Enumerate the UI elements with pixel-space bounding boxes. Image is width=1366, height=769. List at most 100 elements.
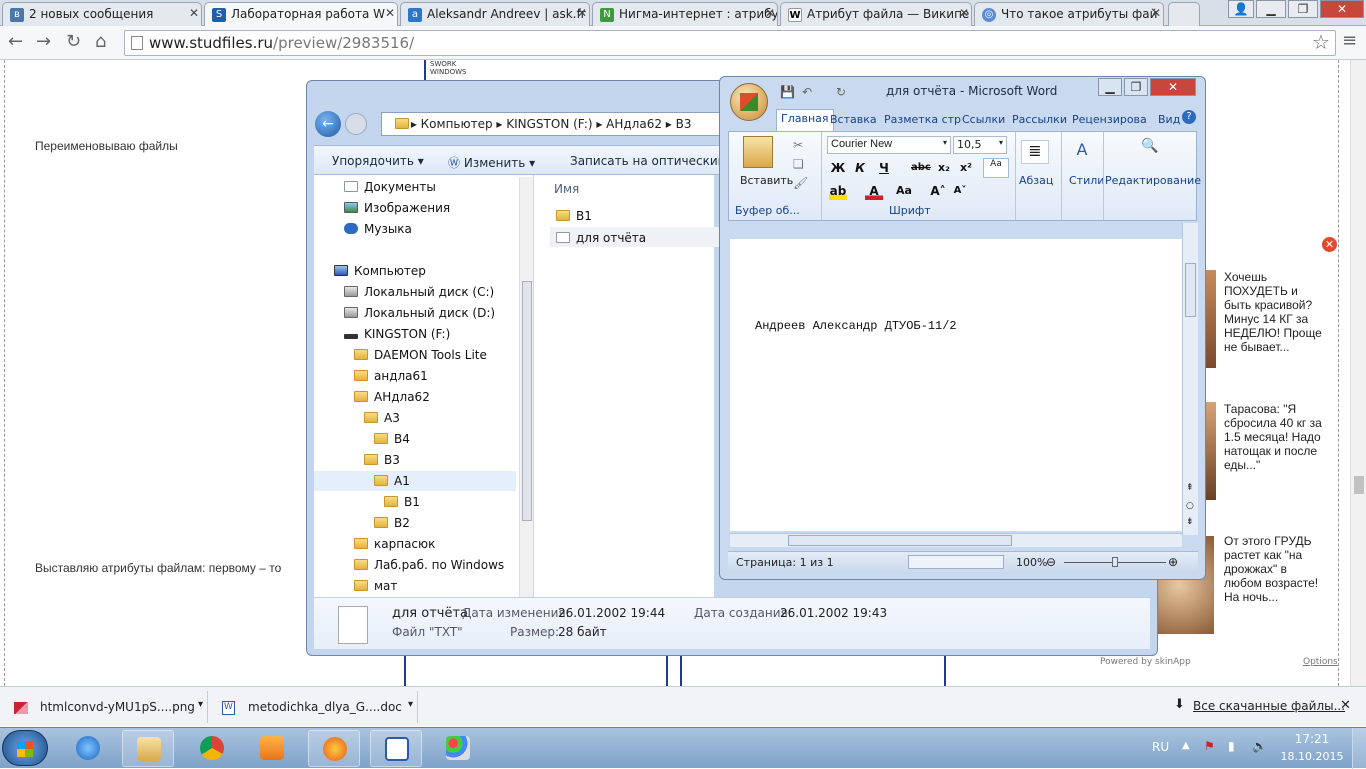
organize-button[interactable]: Упорядочить ▾ — [332, 154, 424, 168]
show-desktop-button[interactable] — [1352, 728, 1366, 769]
browser-tab[interactable]: ◎ Что такое атрибуты фай ✕ — [974, 2, 1164, 26]
tree-scrollbar[interactable] — [519, 177, 533, 597]
change-button[interactable]: Ⓦ Изменить ▾ — [448, 154, 535, 171]
document-scrollbar[interactable]: ⇞ ○ ⇟ — [1182, 223, 1198, 535]
font-color-icon[interactable]: A — [865, 182, 883, 200]
close-tab-icon[interactable]: ✕ — [1151, 6, 1161, 20]
download-item[interactable]: htmlconvd-yMU1pS....png ▾ — [0, 691, 208, 723]
minimize-icon[interactable]: ▁ — [1256, 0, 1286, 18]
document-page[interactable]: Андреев Александр ДТУОБ-11/2 — [730, 239, 1182, 531]
undo-icon[interactable]: ↶ — [802, 85, 812, 99]
column-header-name[interactable]: Имя — [554, 182, 579, 196]
tab-view[interactable]: Вид — [1154, 111, 1184, 131]
close-window-icon[interactable]: ✕ — [1150, 78, 1196, 96]
cut-icon[interactable]: ✂ — [793, 138, 803, 152]
editing-button[interactable]: Редактирование — [1105, 174, 1201, 187]
browser-tab[interactable]: a Aleksandr Andreev | ask.fr ✕ — [400, 2, 590, 26]
tab-page-layout[interactable]: Разметка стр — [880, 111, 965, 131]
tree-item[interactable]: мат — [354, 576, 397, 596]
tree-item[interactable]: DAEMON Tools Lite — [354, 345, 487, 365]
tree-item[interactable]: Локальный диск (D:) — [344, 303, 495, 323]
redo-icon[interactable]: ↻ — [836, 85, 846, 99]
breadcrumb-item[interactable]: АНдла62 — [606, 117, 662, 131]
prev-page-icon[interactable]: ⇞ — [1186, 483, 1194, 493]
tab-mailings[interactable]: Рассылки — [1008, 111, 1071, 131]
volume-icon[interactable]: 🔈 — [1252, 739, 1267, 753]
tab-insert[interactable]: Вставка — [826, 111, 881, 131]
chevron-down-icon[interactable]: ▾ — [198, 699, 203, 710]
tab-references[interactable]: Ссылки — [958, 111, 1009, 131]
browser-tab[interactable]: в 2 новых сообщения ✕ — [2, 2, 202, 26]
close-tab-icon[interactable]: ✕ — [577, 6, 587, 20]
find-icon[interactable]: 🔍 — [1137, 138, 1163, 162]
italic-icon[interactable]: К — [851, 159, 869, 177]
tree-item[interactable]: A1 — [314, 471, 516, 491]
zoom-in-icon[interactable]: ⊕ — [1168, 555, 1178, 569]
close-tab-icon[interactable]: ✕ — [765, 6, 775, 20]
tree-item[interactable]: андла61 — [354, 366, 428, 386]
bookmark-star-icon[interactable]: ☆ — [1312, 30, 1330, 54]
breadcrumb-item[interactable]: KINGSTON (F:) — [506, 117, 592, 131]
tree-item[interactable]: карпасюк — [354, 534, 435, 554]
back-icon[interactable]: ← — [315, 111, 341, 137]
paste-icon[interactable] — [743, 136, 773, 168]
bold-icon[interactable]: Ж — [829, 159, 847, 177]
taskbar-media[interactable] — [246, 730, 298, 767]
page-scrollbar[interactable] — [1350, 60, 1366, 686]
paste-button[interactable]: Вставить — [740, 174, 793, 187]
restore-icon[interactable]: ❐ — [1288, 0, 1318, 18]
shrink-font-icon[interactable]: A˅ — [951, 182, 969, 200]
tray-expand-icon[interactable]: ▲ — [1182, 740, 1190, 751]
change-case-icon[interactable]: Aa — [983, 158, 1009, 178]
tree-item[interactable]: Документы — [344, 177, 436, 197]
styles-icon[interactable]: A — [1069, 140, 1095, 164]
address-bar[interactable]: www.studfiles.ru/preview/2983516/ — [124, 30, 1336, 56]
document-text[interactable]: Андреев Александр ДТУОБ-11/2 — [755, 319, 957, 333]
user-icon[interactable]: 👤 — [1228, 0, 1254, 18]
minimize-icon[interactable]: ▁ — [1098, 78, 1122, 96]
scrollbar-thumb[interactable] — [1354, 476, 1364, 494]
back-icon[interactable]: ← — [8, 31, 23, 52]
tree-item[interactable]: B2 — [374, 513, 410, 533]
superscript-icon[interactable]: x² — [957, 159, 975, 177]
close-ad-icon[interactable]: ✕ — [1322, 237, 1337, 252]
breadcrumb-item[interactable]: B3 — [676, 117, 692, 131]
next-page-icon[interactable]: ⇟ — [1186, 517, 1194, 527]
paragraph-icon[interactable]: ≣ — [1021, 140, 1049, 164]
page-count[interactable]: Страница: 1 из 1 — [736, 556, 834, 569]
zoom-out-icon[interactable]: ⊖ — [1046, 555, 1056, 569]
taskbar-ie[interactable] — [62, 730, 114, 767]
network-icon[interactable]: ▮ — [1228, 739, 1235, 753]
scrollbar-thumb[interactable] — [522, 281, 532, 521]
tree-item[interactable]: A3 — [364, 408, 400, 428]
tree-item[interactable]: АНдла62 — [354, 387, 430, 407]
close-tab-icon[interactable]: ✕ — [189, 6, 199, 20]
browser-tab[interactable]: N Нигма-интернет : атрибу ✕ — [592, 2, 778, 26]
clock-time[interactable]: 17:21 — [1290, 732, 1334, 746]
reload-icon[interactable]: ↻ — [66, 31, 81, 52]
zoom-slider-thumb[interactable] — [1112, 557, 1118, 567]
help-icon[interactable]: ? — [1182, 110, 1196, 124]
start-button[interactable] — [2, 730, 48, 766]
restore-icon[interactable]: ❐ — [1124, 78, 1148, 96]
subscript-icon[interactable]: x₂ — [935, 159, 953, 177]
tree-item[interactable]: Музыка — [344, 219, 412, 239]
taskbar-paint[interactable] — [432, 730, 484, 767]
options-link[interactable]: Options — [1303, 657, 1338, 667]
tree-item[interactable]: Лаб.раб. по Windows — [354, 555, 504, 575]
tab-review[interactable]: Рецензирова — [1068, 111, 1151, 131]
flag-icon[interactable]: ⚑ — [1204, 739, 1215, 753]
highlight-icon[interactable]: ab — [829, 182, 847, 200]
browser-tab-active[interactable]: S Лабораторная работа W ✕ — [204, 2, 398, 27]
language-indicator[interactable]: RU — [1152, 740, 1169, 754]
download-item[interactable]: W metodichka_dlya_G....doc ▾ — [208, 691, 418, 723]
menu-icon[interactable]: ≡ — [1342, 30, 1357, 51]
ad-text[interactable]: Хочешь ПОХУДЕТЬ и быть красивой? Минус 1… — [1224, 270, 1328, 354]
copy-icon[interactable]: ❏ — [793, 157, 804, 171]
font-size-select[interactable]: 10,5 ▾ — [953, 136, 1007, 154]
home-icon[interactable]: ⌂ — [95, 31, 106, 52]
browse-object-icon[interactable]: ○ — [1186, 501, 1194, 511]
taskbar-word[interactable] — [370, 730, 422, 767]
font-name-select[interactable]: Courier New ▾ — [827, 136, 951, 154]
taskbar-firefox[interactable] — [308, 730, 360, 767]
